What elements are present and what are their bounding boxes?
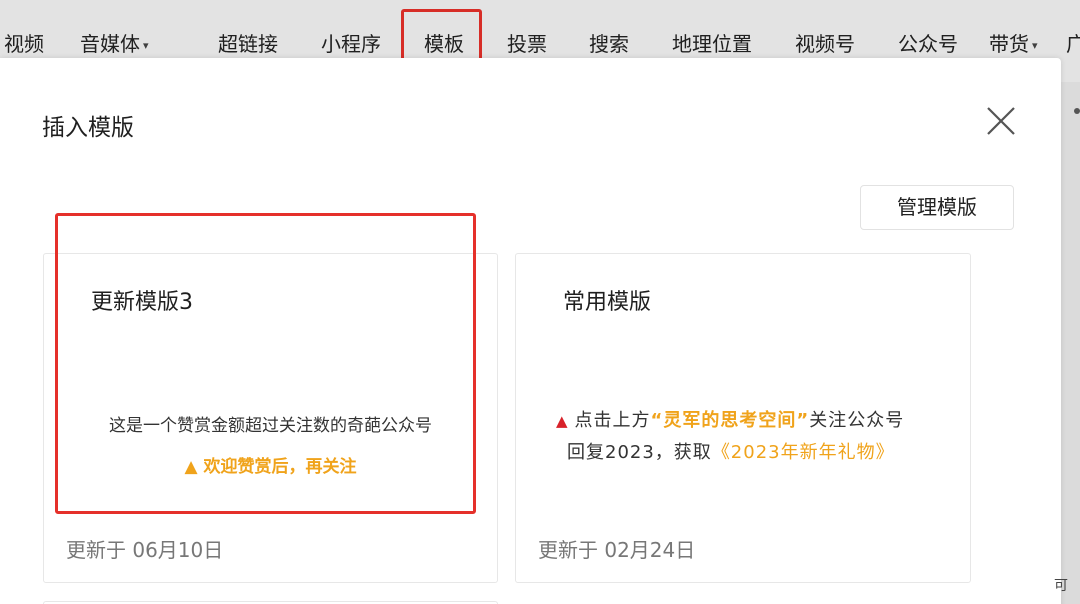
scroll-indicator (1074, 108, 1080, 114)
template-updated-date: 更新于 06月10日 (66, 538, 224, 562)
template-card-title: 常用模版 (563, 290, 652, 315)
close-icon[interactable] (984, 104, 1018, 138)
preview-account-name: “灵军的思考空间” (650, 410, 810, 431)
dialog-title: 插入模版 (42, 115, 134, 141)
preview-text: 点击上方 (574, 410, 651, 431)
triangle-icon: ▲ (556, 412, 569, 430)
preview-text: 回复2023，获取 (567, 442, 712, 463)
manage-templates-button[interactable]: 管理模版 (860, 185, 1014, 230)
template-preview-highlight: ▲ 欢迎赞赏后，再关注 (184, 457, 357, 477)
template-card-update3[interactable]: 更新模版3 这是一个赞赏金额超过关注数的奇葩公众号 ▲ 欢迎赞赏后，再关注 更新… (43, 253, 498, 583)
template-updated-date: 更新于 02月24日 (538, 538, 696, 562)
insert-template-dialog: 插入模版 管理模版 更新模版3 这是一个赞赏金额超过关注数的奇葩公众号 ▲ 欢迎… (0, 58, 1061, 604)
template-preview-line: 这是一个赞赏金额超过关注数的奇葩公众号 (109, 416, 432, 436)
template-card-title: 更新模版3 (91, 290, 193, 315)
corner-text: 可 (1054, 578, 1068, 594)
preview-text: 关注公众号 (809, 410, 905, 431)
template-preview-line: 回复2023，获取《2023年新年礼物》 (567, 438, 895, 464)
preview-gift-name: 《2023年新年礼物》 (711, 442, 895, 463)
template-preview-line: ▲ 点击上方“灵军的思考空间”关注公众号 (556, 406, 904, 432)
template-card-common[interactable]: 常用模版 ▲ 点击上方“灵军的思考空间”关注公众号 回复2023，获取《2023年… (515, 253, 971, 583)
